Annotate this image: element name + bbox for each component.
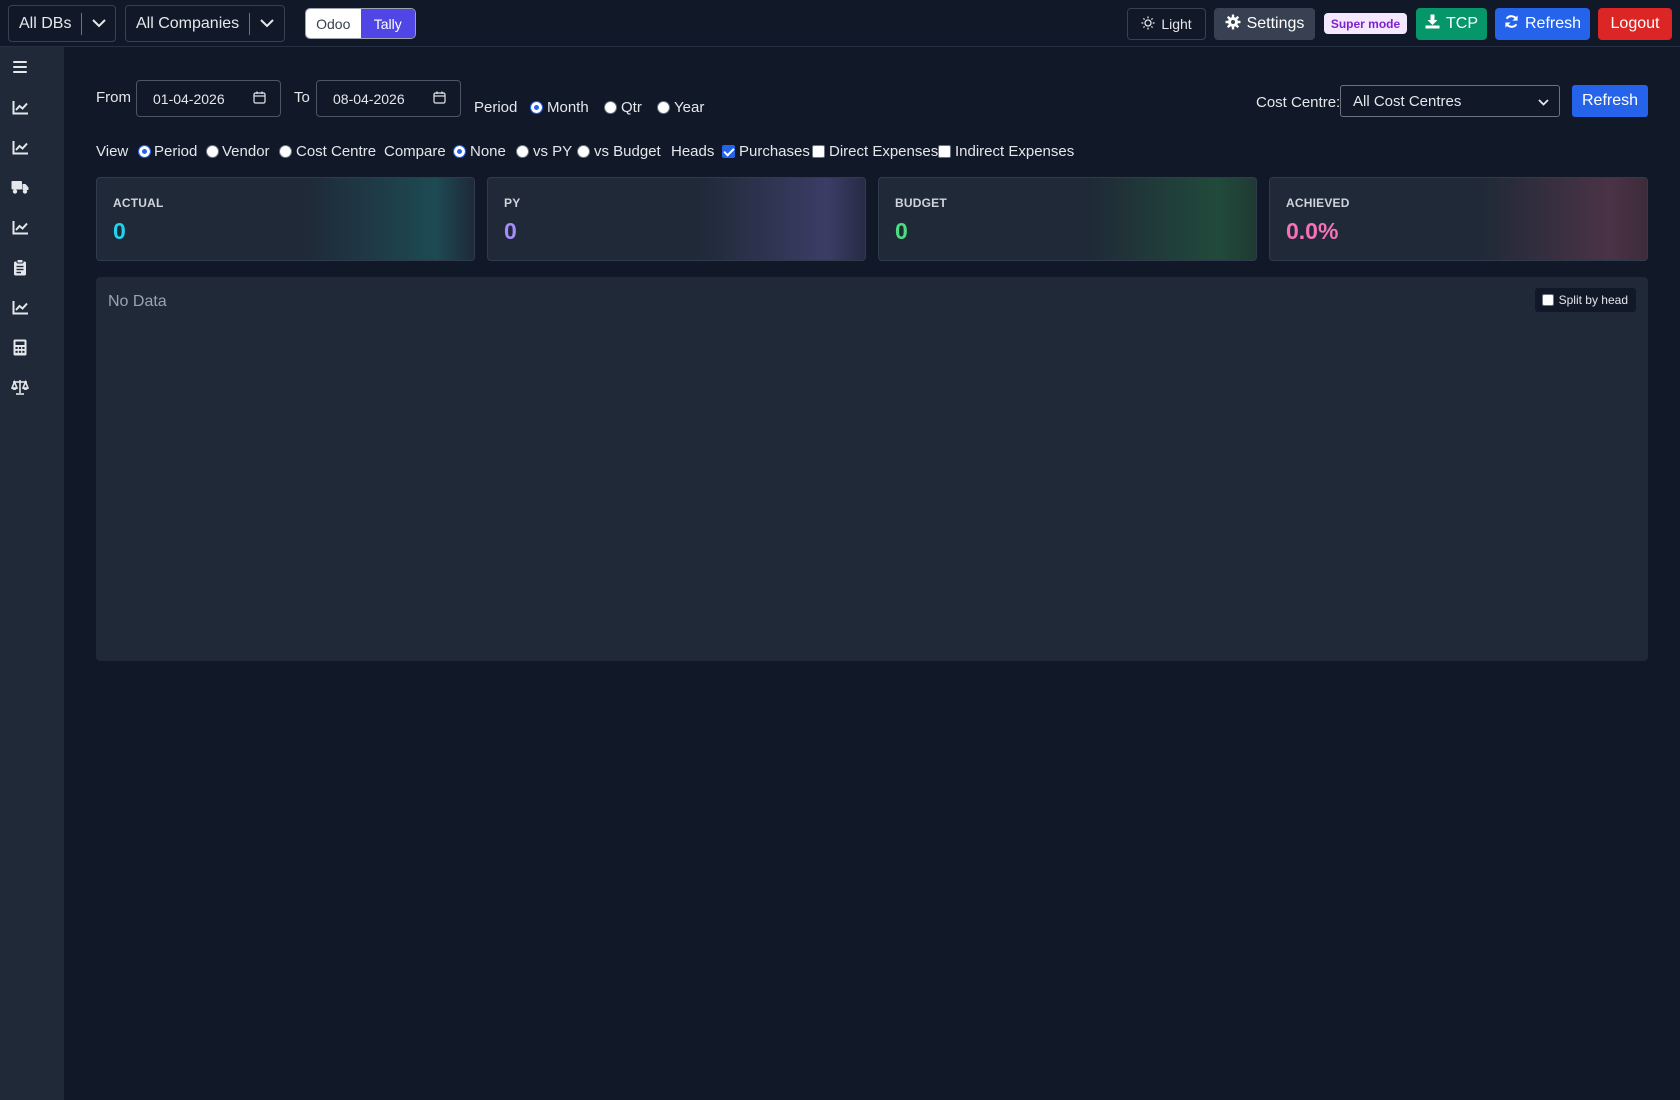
refresh-button[interactable]: Refresh bbox=[1495, 8, 1590, 40]
from-date-value: 01-04-2026 bbox=[153, 90, 225, 107]
split-by-head-toggle[interactable]: Split by head bbox=[1534, 288, 1636, 312]
from-date-input[interactable]: 01-04-2026 bbox=[136, 80, 281, 117]
view-vendor-radio[interactable] bbox=[206, 145, 219, 158]
company-select[interactable]: All Companies bbox=[125, 5, 285, 42]
calendar-icon[interactable] bbox=[253, 91, 266, 107]
kpi-card-py: PY 0 bbox=[487, 177, 866, 261]
source-odoo-button[interactable]: Odoo bbox=[306, 9, 361, 38]
tcp-download-button[interactable]: TCP bbox=[1416, 8, 1487, 40]
from-label: From bbox=[96, 89, 131, 106]
kpi-value: 0.0% bbox=[1286, 218, 1339, 244]
compare-label: Compare bbox=[384, 143, 446, 160]
split-by-head-checkbox[interactable] bbox=[1541, 294, 1554, 306]
source-toggle: Odoo Tally bbox=[305, 8, 416, 39]
period-qtr-label: Qtr bbox=[621, 99, 642, 116]
to-date-input[interactable]: 08-04-2026 bbox=[316, 80, 461, 117]
super-mode-badge[interactable]: Super mode bbox=[1324, 13, 1407, 34]
compare-py-radio[interactable] bbox=[516, 145, 529, 158]
no-data-message: No Data bbox=[108, 293, 167, 310]
db-select[interactable]: All DBs bbox=[8, 5, 116, 42]
calendar-icon[interactable] bbox=[433, 91, 446, 107]
kpi-title: ACTUAL bbox=[113, 196, 164, 210]
menu-icon[interactable] bbox=[11, 58, 29, 76]
compare-budget-radio[interactable] bbox=[577, 145, 590, 158]
kpi-value: 0 bbox=[113, 218, 126, 244]
download-icon bbox=[1425, 14, 1440, 34]
company-select-label: All Companies bbox=[136, 14, 240, 32]
kpi-card-achieved: ACHIEVED 0.0% bbox=[1269, 177, 1648, 261]
view-cost-centre-radio[interactable] bbox=[279, 145, 292, 158]
period-label: Period bbox=[474, 99, 518, 116]
kpi-card-budget: BUDGET 0 bbox=[878, 177, 1257, 261]
sidebar bbox=[0, 47, 64, 1100]
clipboard-icon[interactable] bbox=[11, 258, 29, 276]
kpi-title: ACHIEVED bbox=[1286, 196, 1350, 210]
period-year-radio[interactable] bbox=[657, 101, 670, 114]
split-by-head-label: Split by head bbox=[1558, 293, 1628, 307]
tcp-label: TCP bbox=[1446, 15, 1478, 32]
kpi-value: 0 bbox=[504, 218, 517, 244]
heads-indirect-expenses-label: Indirect Expenses bbox=[955, 143, 1075, 160]
chart-line-icon[interactable] bbox=[11, 138, 29, 156]
heads-purchases-label: Purchases bbox=[739, 143, 810, 160]
db-select-label: All DBs bbox=[19, 14, 72, 32]
chart-line-icon[interactable] bbox=[11, 98, 29, 116]
compare-budget-label: vs Budget bbox=[594, 143, 661, 160]
heads-direct-expenses-label: Direct Expenses bbox=[829, 143, 939, 160]
chevron-down-icon[interactable] bbox=[250, 19, 284, 28]
chevron-down-icon bbox=[1538, 93, 1549, 110]
settings-button[interactable]: Settings bbox=[1214, 8, 1315, 40]
chart-panel: No Data Split by head bbox=[96, 277, 1648, 661]
period-qtr-radio[interactable] bbox=[604, 101, 617, 114]
settings-label: Settings bbox=[1246, 15, 1305, 32]
truck-icon[interactable] bbox=[11, 178, 29, 196]
view-label: View bbox=[96, 143, 129, 160]
kpi-title: BUDGET bbox=[895, 196, 947, 210]
heads-label: Heads bbox=[671, 143, 715, 160]
chevron-down-icon[interactable] bbox=[82, 19, 115, 28]
cost-centre-label: Cost Centre: bbox=[1256, 94, 1341, 111]
kpi-value: 0 bbox=[895, 218, 908, 244]
gear-icon bbox=[1225, 14, 1241, 35]
period-month-label: Month bbox=[547, 99, 589, 116]
sun-icon bbox=[1141, 16, 1155, 33]
view-period-label: Period bbox=[154, 143, 198, 160]
source-tally-button[interactable]: Tally bbox=[360, 9, 415, 38]
period-month-radio[interactable] bbox=[530, 101, 543, 114]
scale-icon[interactable] bbox=[11, 378, 29, 396]
heads-purchases-checkbox[interactable] bbox=[722, 145, 735, 158]
view-period-radio[interactable] bbox=[138, 145, 151, 158]
top-bar: All DBs All Companies Odoo Tally Light S… bbox=[0, 0, 1680, 47]
chart-line-icon[interactable] bbox=[11, 218, 29, 236]
to-date-value: 08-04-2026 bbox=[333, 90, 405, 107]
light-mode-button[interactable]: Light bbox=[1127, 8, 1206, 40]
apply-refresh-button[interactable]: Refresh bbox=[1572, 85, 1648, 117]
compare-py-label: vs PY bbox=[533, 143, 573, 160]
compare-none-radio[interactable] bbox=[453, 145, 466, 158]
compare-none-label: None bbox=[470, 143, 506, 160]
to-label: To bbox=[294, 89, 310, 106]
heads-indirect-expenses-checkbox[interactable] bbox=[938, 145, 951, 158]
chart-line-icon[interactable] bbox=[11, 298, 29, 316]
cost-centre-select[interactable]: All Cost Centres bbox=[1340, 85, 1560, 117]
cost-centre-value: All Cost Centres bbox=[1353, 92, 1462, 110]
kpi-card-actual: ACTUAL 0 bbox=[96, 177, 475, 261]
light-mode-label: Light bbox=[1161, 16, 1192, 32]
calculator-icon[interactable] bbox=[11, 338, 29, 356]
view-vendor-label: Vendor bbox=[222, 143, 270, 160]
refresh-icon bbox=[1504, 14, 1519, 34]
logout-button[interactable]: Logout bbox=[1598, 8, 1672, 40]
refresh-label: Refresh bbox=[1524, 15, 1582, 32]
view-cost-centre-label: Cost Centre bbox=[296, 143, 377, 160]
heads-direct-expenses-checkbox[interactable] bbox=[812, 145, 825, 158]
kpi-title: PY bbox=[504, 196, 521, 210]
period-year-label: Year bbox=[674, 99, 705, 116]
